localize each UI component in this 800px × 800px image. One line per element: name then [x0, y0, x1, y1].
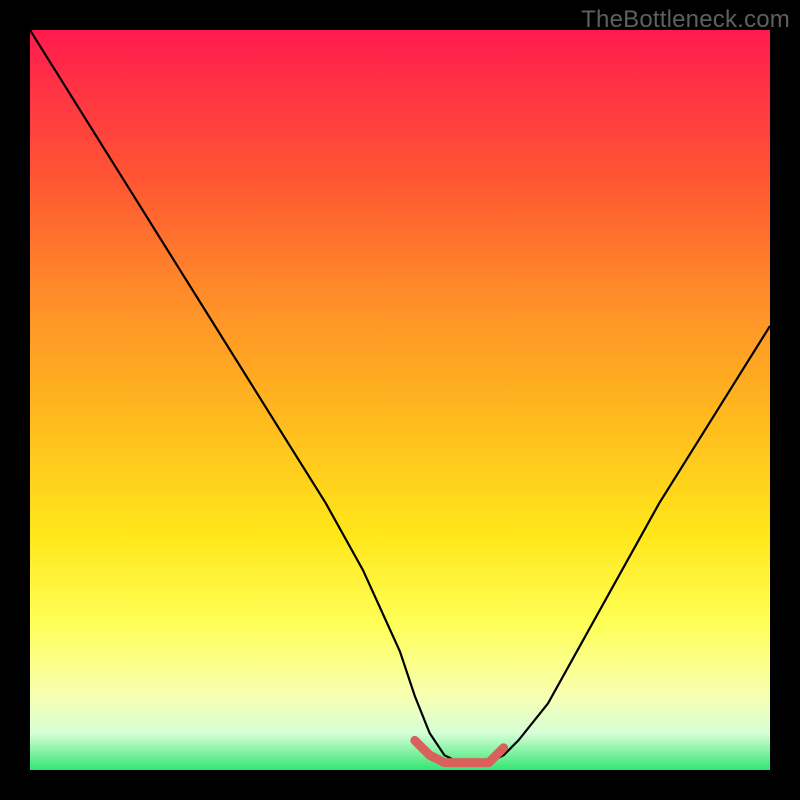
- chart-svg: [0, 0, 800, 800]
- chart-frame: TheBottleneck.com: [0, 0, 800, 800]
- optimal-zone-highlight: [415, 740, 504, 762]
- bottleneck-curve: [30, 30, 770, 763]
